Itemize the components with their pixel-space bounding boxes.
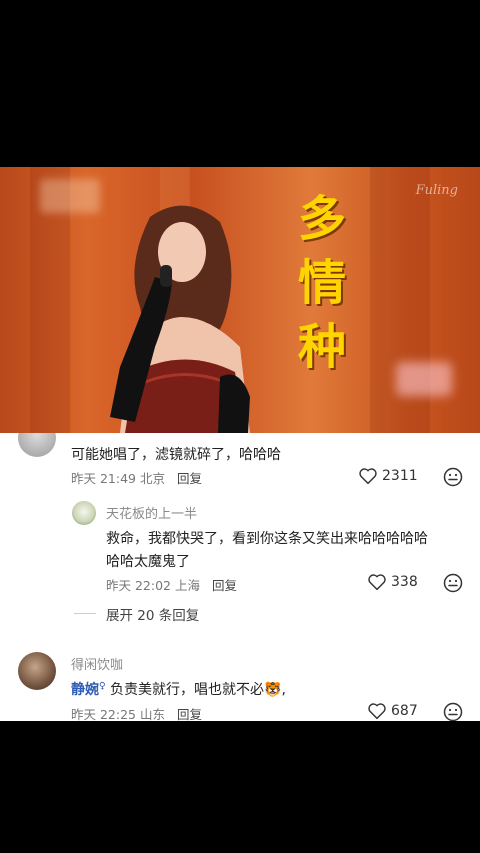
like-count: 687 (391, 703, 418, 719)
comment-location: 北京 (139, 471, 165, 486)
video-frame[interactable]: Fuling 多 情 种 (0, 167, 480, 433)
comment-meta: 昨天 22:25 山东 回复 (71, 704, 202, 721)
comment-location: 山东 (139, 707, 165, 721)
like-count: 338 (391, 574, 418, 590)
overlay-char: 种 (297, 319, 346, 375)
emoji-face-icon[interactable] (443, 467, 463, 487)
overlay-caption: 多 情 种 (282, 187, 362, 379)
comment-time: 昨天 22:25 (71, 707, 136, 721)
heart-icon (359, 468, 377, 485)
comment-text: 哈哈太魔鬼了 (106, 554, 190, 570)
singer-image (110, 205, 250, 433)
gender-badge: ♀ (99, 681, 106, 692)
comment-list: 可能她唱了，滤镜就碎了，哈哈哈 昨天 21:49 北京 回复 2311 天花板的… (0, 433, 480, 721)
comment-time: 昨天 22:02 (106, 578, 171, 593)
avatar[interactable] (72, 501, 96, 525)
comment-location: 上海 (174, 578, 200, 593)
comment-text: 可能她唱了，滤镜就碎了，哈哈哈 (71, 447, 281, 463)
comment-author[interactable]: 得闲饮咖 (71, 654, 123, 673)
like-button[interactable]: 2311 (358, 467, 418, 485)
reply-button[interactable]: 回复 (177, 707, 202, 721)
comment-time: 昨天 21:49 (71, 471, 136, 486)
emoji-face-icon[interactable] (443, 702, 463, 721)
blurred-logo (40, 179, 100, 213)
like-button[interactable]: 338 (367, 573, 418, 591)
expand-replies-label: 展开 20 条回复 (106, 608, 200, 624)
overlay-char: 多 (297, 191, 346, 247)
avatar[interactable] (18, 652, 56, 690)
avatar[interactable] (18, 433, 56, 457)
heart-icon (368, 703, 386, 720)
emoji-face-icon[interactable] (443, 573, 463, 593)
emoji-sticker: 🐯 (264, 682, 282, 698)
heart-icon (368, 574, 386, 591)
comment-meta: 昨天 21:49 北京 回复 (71, 468, 202, 487)
comment-text: 救命，我都快哭了，看到你这条又笑出来哈哈哈哈哈 (106, 531, 428, 547)
overlay-char: 情 (297, 255, 346, 311)
reply-button[interactable]: 回复 (177, 471, 202, 486)
mention-link[interactable]: 静婉 (71, 682, 99, 698)
like-button[interactable]: 687 (367, 702, 418, 720)
like-count: 2311 (382, 468, 418, 484)
comment-body-end: , (281, 682, 286, 698)
comment-text: 静婉♀ 负责美就行，唱也就不必🐯, (71, 679, 286, 699)
expand-replies-button[interactable]: 展开 20 条回复 (74, 604, 200, 624)
blurred-sticker (396, 362, 452, 396)
comment-body: 负责美就行，唱也就不必 (105, 682, 265, 698)
comment-meta: 昨天 22:02 上海 回复 (106, 575, 237, 594)
reply-button[interactable]: 回复 (212, 578, 237, 593)
watermark: Fuling (415, 183, 458, 198)
divider (74, 613, 96, 614)
comment-author[interactable]: 天花板的上一半 (106, 503, 197, 522)
